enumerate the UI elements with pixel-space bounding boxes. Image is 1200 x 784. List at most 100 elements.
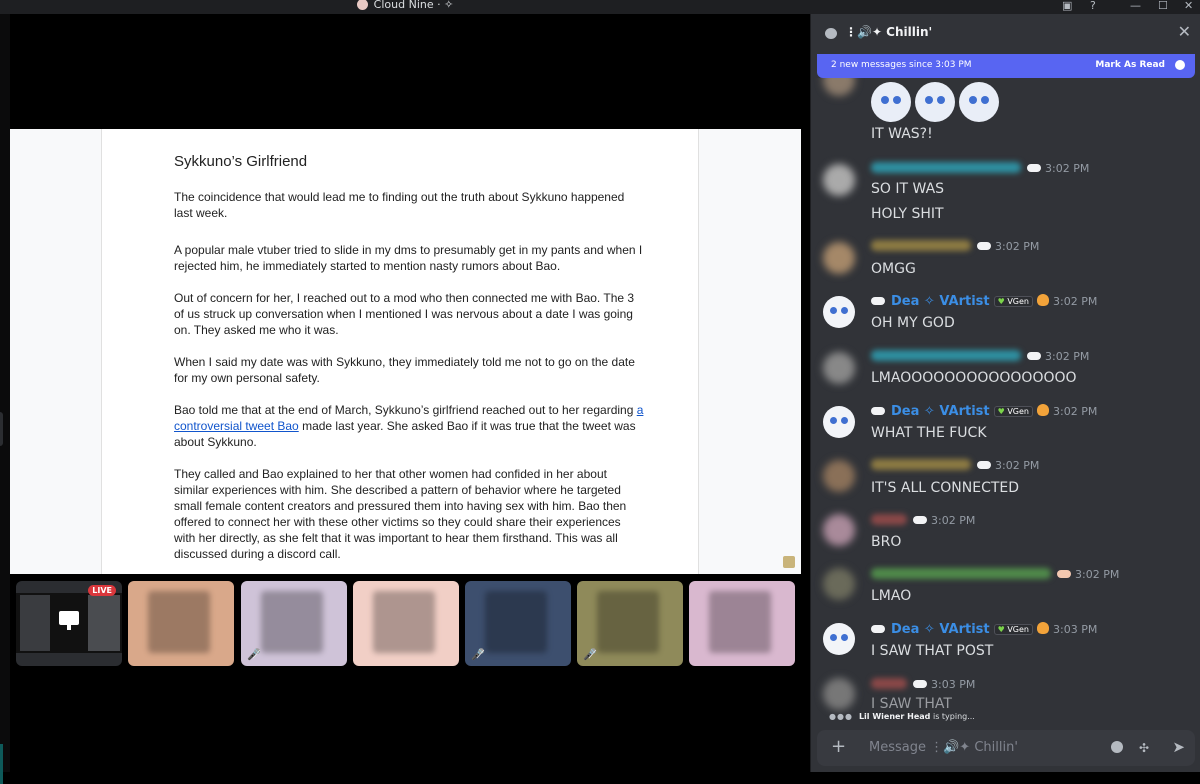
live-badge: LIVE xyxy=(88,585,116,596)
inbox-icon[interactable]: ▣ xyxy=(1062,0,1072,12)
user-avatar[interactable] xyxy=(823,514,855,546)
participant-tiles: LIVE 🎤̸ 🎤̸ 🎤̸ xyxy=(10,578,810,672)
chat-panel: ⋮🔊✦ Chillin' ✕ 2 new messages since 3:03… xyxy=(810,14,1200,772)
emote-row xyxy=(871,82,1003,122)
timestamp: 3:02 PM xyxy=(1053,405,1098,418)
message-text: IT WAS?! xyxy=(871,126,933,142)
message-list[interactable]: IT WAS?! 3:02 PM SO IT WAS HOLY SHIT 3:0… xyxy=(811,78,1200,718)
username-blurred[interactable] xyxy=(871,459,971,470)
participant-tile[interactable] xyxy=(128,581,234,666)
participant-tile[interactable]: 🎤̸ xyxy=(241,581,347,666)
chat-bubble-icon xyxy=(825,28,837,39)
user-avatar[interactable] xyxy=(823,352,855,384)
new-messages-text: 2 new messages since 3:03 PM xyxy=(831,60,972,70)
message-composer[interactable]: + Message ⋮🔊✦ Chillin' ✣ ➤ xyxy=(817,730,1195,766)
doc-paragraph: They called and Bao explained to her tha… xyxy=(174,467,627,561)
message-header: 3:02 PM xyxy=(871,514,975,530)
heart-icon: ♥ xyxy=(997,407,1005,416)
message-header: Dea ✧ VArtist ♥ VGen 3:02 PM xyxy=(871,404,1097,420)
message-header: Dea ✧ VArtist ♥ VGen 3:02 PM xyxy=(871,294,1097,310)
emoji-icon[interactable] xyxy=(1111,741,1123,753)
username-blurred[interactable] xyxy=(871,568,1051,579)
participant-avatar xyxy=(485,591,547,653)
message-text: BRO xyxy=(871,534,902,550)
message-text: OH MY GOD xyxy=(871,315,955,331)
timestamp: 3:02 PM xyxy=(1053,295,1098,308)
cloud-icon xyxy=(913,680,927,688)
cloud-icon xyxy=(871,407,885,415)
participant-avatar xyxy=(148,591,210,653)
timestamp: 3:02 PM xyxy=(1045,162,1090,175)
rail-handle[interactable] xyxy=(0,412,3,446)
participant-tile[interactable] xyxy=(689,581,795,666)
cloud-icon xyxy=(977,242,991,250)
timestamp: 3:02 PM xyxy=(931,514,976,527)
message-header: 3:02 PM xyxy=(871,350,1089,366)
screenshare-tile[interactable]: LIVE xyxy=(16,581,122,666)
username[interactable]: Dea ✧ VArtist xyxy=(891,404,990,419)
username-blurred[interactable] xyxy=(871,350,1021,361)
monitor-icon xyxy=(59,611,79,630)
participant-tile[interactable] xyxy=(353,581,459,666)
doc-paragraph: When I said my date was with Sykkuno, th… xyxy=(174,355,635,385)
timestamp: 3:02 PM xyxy=(1045,350,1090,363)
attach-plus-icon[interactable]: + xyxy=(831,736,846,757)
message-header: 3:02 PM xyxy=(871,459,1039,475)
maximize-button[interactable]: ☐ xyxy=(1158,0,1168,12)
dea-avatar[interactable] xyxy=(823,406,855,438)
muted-mic-icon: 🎤̸ xyxy=(247,648,261,661)
typing-dots-icon: ●●● xyxy=(829,712,853,721)
help-icon[interactable]: ? xyxy=(1090,0,1096,12)
message-text: LMAO xyxy=(871,588,912,604)
minimize-button[interactable]: — xyxy=(1130,0,1141,12)
user-avatar[interactable] xyxy=(823,568,855,600)
heart-icon: ♥ xyxy=(997,625,1005,634)
dea-avatar[interactable] xyxy=(823,623,855,655)
vgen-tag[interactable]: ♥ VGen xyxy=(993,624,1033,635)
timestamp: 3:02 PM xyxy=(1075,568,1120,581)
badge-icon xyxy=(1037,622,1049,634)
user-avatar[interactable] xyxy=(823,460,855,492)
username-blurred[interactable] xyxy=(871,514,907,525)
user-avatar[interactable] xyxy=(823,164,855,196)
timestamp: 3:02 PM xyxy=(995,240,1040,253)
dea-avatar[interactable] xyxy=(823,296,855,328)
rail-server-edge xyxy=(0,744,3,784)
participant-tile[interactable]: 🎤̸ xyxy=(465,581,571,666)
document-page: Sykkuno’s Girlfriend The coincidence tha… xyxy=(101,129,699,574)
close-window-button[interactable]: ✕ xyxy=(1184,0,1193,12)
chat-header: ⋮🔊✦ Chillin' ✕ xyxy=(811,14,1200,54)
badge-icon xyxy=(1037,294,1049,306)
message-header: 3:02 PM xyxy=(871,568,1119,584)
username-blurred[interactable] xyxy=(871,162,1021,173)
user-avatar[interactable] xyxy=(823,678,855,710)
muted-mic-icon: 🎤̸ xyxy=(471,648,485,661)
document-body: The coincidence that would lead me to fi… xyxy=(174,189,644,574)
emote-icon xyxy=(915,82,955,122)
vgen-tag[interactable]: ♥ VGen xyxy=(993,296,1033,307)
user-avatar[interactable] xyxy=(823,242,855,274)
cloud-icon xyxy=(913,516,927,524)
left-rail xyxy=(0,14,10,784)
cloud-icon xyxy=(1027,352,1041,360)
mark-as-read-button[interactable]: Mark As Read xyxy=(1095,60,1165,70)
username[interactable]: Dea ✧ VArtist xyxy=(891,622,990,637)
apps-icon[interactable]: ✣ xyxy=(1139,741,1149,755)
message-text: IT'S ALL CONNECTED xyxy=(871,480,1020,496)
timestamp: 3:03 PM xyxy=(931,678,976,691)
send-icon[interactable]: ➤ xyxy=(1172,738,1185,756)
close-chat-button[interactable]: ✕ xyxy=(1178,22,1191,41)
vgen-tag[interactable]: ♥ VGen xyxy=(993,406,1033,417)
badge-icon xyxy=(1037,404,1049,416)
message-text: LMAOOOOOOOOOOOOOOOO xyxy=(871,370,1077,386)
username[interactable]: Dea ✧ VArtist xyxy=(891,294,990,309)
message-text: WHAT THE FUCK xyxy=(871,425,987,441)
new-messages-banner[interactable]: 2 new messages since 3:03 PM Mark As Rea… xyxy=(817,54,1195,78)
message-header: 3:02 PM xyxy=(871,240,1039,256)
cloud-icon xyxy=(871,297,885,305)
message-input[interactable]: Message ⋮🔊✦ Chillin' xyxy=(869,740,1018,755)
username-blurred[interactable] xyxy=(871,240,971,251)
user-avatar[interactable] xyxy=(823,78,855,96)
username-blurred[interactable] xyxy=(871,678,907,689)
participant-tile[interactable]: 🎤̸ xyxy=(577,581,683,666)
